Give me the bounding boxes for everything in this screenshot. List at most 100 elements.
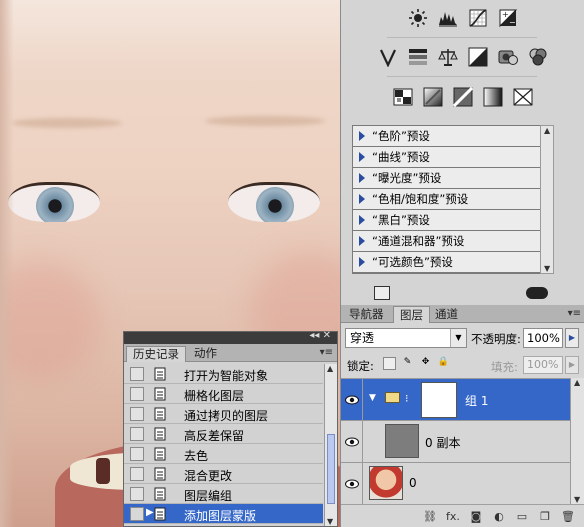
history-snapshot-checkbox[interactable]	[130, 387, 144, 401]
group-icon[interactable]: ▭	[515, 510, 529, 523]
scroll-up-icon[interactable]: ▲	[574, 378, 580, 387]
lock-position-icon[interactable]: ✥	[419, 357, 432, 370]
history-snapshot-checkbox[interactable]	[130, 487, 144, 501]
new-layer-icon[interactable]: ❐	[538, 510, 552, 523]
tab-channels[interactable]: 通道	[429, 306, 464, 323]
expand-triangle-icon[interactable]	[359, 152, 365, 162]
lock-all-icon[interactable]: 🔒	[437, 357, 450, 370]
channel-mixer-icon[interactable]	[527, 46, 549, 68]
layer-thumbnail[interactable]	[369, 466, 403, 500]
expand-triangle-icon[interactable]	[359, 194, 365, 204]
history-snapshot-checkbox[interactable]	[130, 367, 144, 381]
photo-edge	[0, 0, 14, 527]
mask-link-icon[interactable]: ⁝	[405, 392, 409, 405]
hue-saturation-icon[interactable]	[407, 46, 429, 68]
vibrance-icon[interactable]	[377, 46, 399, 68]
preset-black-white[interactable]: “黑白”预设	[353, 210, 540, 231]
tab-navigator[interactable]: 导航器	[343, 306, 390, 323]
layer-thumbnail[interactable]	[385, 424, 419, 458]
invert-icon[interactable]	[392, 86, 414, 108]
layer-row-group[interactable]: ▼ ⁝ 组 1	[341, 379, 571, 421]
adjustment-icon[interactable]: ◐	[492, 510, 506, 523]
fill-field[interactable]: 100%	[523, 356, 563, 374]
clip-to-layer-icon[interactable]	[526, 287, 548, 299]
return-to-list-icon[interactable]	[374, 286, 390, 300]
history-item[interactable]: 混合更改	[124, 464, 323, 484]
history-snapshot-checkbox[interactable]	[130, 467, 144, 481]
lock-transparency-icon[interactable]	[383, 357, 396, 370]
expand-triangle-icon[interactable]	[359, 173, 365, 183]
layers-scrollbar[interactable]: ▲ ▼	[570, 378, 584, 504]
preset-exposure[interactable]: “曝光度”预设	[353, 168, 540, 189]
gradient-map-icon[interactable]	[482, 86, 504, 108]
selective-color-icon[interactable]	[512, 86, 534, 108]
history-scrollbar[interactable]: ▲ ▼	[324, 364, 337, 526]
curves-icon[interactable]	[467, 7, 489, 29]
visibility-eye-icon[interactable]	[341, 421, 363, 462]
history-state-icon	[154, 487, 166, 501]
expand-triangle-icon[interactable]	[359, 236, 365, 246]
mask-icon[interactable]: ◙	[469, 510, 483, 523]
opacity-slider-button[interactable]: ▶	[565, 328, 579, 348]
presets-scrollbar[interactable]: ▲ ▼	[540, 125, 554, 274]
color-balance-icon[interactable]	[437, 46, 459, 68]
tab-history[interactable]: 历史记录	[126, 346, 186, 362]
photo-left-eye	[8, 182, 100, 222]
history-snapshot-checkbox[interactable]	[130, 427, 144, 441]
blend-mode-select[interactable]: 穿透 ▼	[345, 328, 467, 348]
history-titlebar[interactable]: ◂◂ ✕	[124, 330, 337, 344]
history-state-icon	[154, 367, 166, 381]
brightness-contrast-icon[interactable]	[407, 7, 429, 29]
history-state-icon	[154, 387, 166, 401]
scroll-up-icon[interactable]: ▲	[327, 364, 333, 373]
exposure-icon[interactable]: + −	[497, 7, 519, 29]
preset-curves[interactable]: “曲线”预设	[353, 147, 540, 168]
history-item[interactable]: 栅格化图层	[124, 384, 323, 404]
layer-mask-thumbnail[interactable]	[421, 382, 457, 418]
expand-triangle-icon[interactable]	[359, 131, 365, 141]
history-item[interactable]: 图层编组	[124, 484, 323, 504]
scroll-down-icon[interactable]: ▼	[327, 517, 333, 526]
photo-filter-icon[interactable]	[497, 46, 519, 68]
threshold-icon[interactable]	[452, 86, 474, 108]
fx-icon[interactable]: fx.	[446, 510, 460, 523]
history-item-selected[interactable]: ▶ 添加图层蒙版	[124, 504, 323, 524]
fill-slider-button[interactable]: ▶	[565, 356, 579, 374]
photo-forehead	[0, 0, 340, 70]
scrollbar-thumb[interactable]	[327, 434, 335, 504]
layer-row-copy[interactable]: 0 副本	[341, 421, 571, 463]
photo-right-eye	[228, 182, 320, 222]
link-icon[interactable]: ⛓	[423, 510, 437, 523]
panel-menu-icon[interactable]: ▾≡	[568, 308, 581, 319]
history-item[interactable]: 高反差保留	[124, 424, 323, 444]
tab-layers[interactable]: 图层	[393, 306, 430, 323]
history-item[interactable]: 通过拷贝的图层	[124, 404, 323, 424]
history-snapshot-checkbox[interactable]	[130, 447, 144, 461]
preset-hue-saturation[interactable]: “色相/饱和度”预设	[353, 189, 540, 210]
scroll-down-icon[interactable]: ▼	[574, 495, 580, 504]
visibility-eye-icon[interactable]	[341, 379, 363, 420]
trash-icon[interactable]: 🗑	[561, 510, 575, 523]
preset-levels[interactable]: “色阶”预设	[353, 126, 540, 147]
history-item[interactable]: 去色	[124, 444, 323, 464]
scroll-down-icon[interactable]: ▼	[544, 264, 550, 273]
history-item[interactable]: 打开为智能对象	[124, 364, 323, 384]
visibility-eye-icon[interactable]	[341, 463, 363, 504]
black-white-icon[interactable]	[467, 46, 489, 68]
tab-actions[interactable]: 动作	[188, 346, 223, 362]
group-expand-triangle-icon[interactable]: ▼	[369, 393, 376, 403]
preset-channel-mixer[interactable]: “通道混和器”预设	[353, 231, 540, 252]
scroll-up-icon[interactable]: ▲	[544, 126, 550, 135]
preset-selective-color[interactable]: “可选颜色”预设	[353, 252, 540, 273]
history-snapshot-checkbox[interactable]	[130, 407, 144, 421]
history-snapshot-checkbox[interactable]	[130, 507, 144, 521]
levels-icon[interactable]	[437, 7, 459, 29]
layer-row-base[interactable]: 0	[341, 463, 571, 505]
panel-menu-icon[interactable]: ▾≡	[320, 347, 333, 358]
lock-image-icon[interactable]: ✎	[401, 357, 414, 370]
posterize-icon[interactable]	[422, 86, 444, 108]
collapse-icon[interactable]: ◂◂ ✕	[309, 330, 331, 341]
opacity-field[interactable]: 100%	[523, 328, 563, 348]
expand-triangle-icon[interactable]	[359, 215, 365, 225]
expand-triangle-icon[interactable]	[359, 257, 365, 267]
